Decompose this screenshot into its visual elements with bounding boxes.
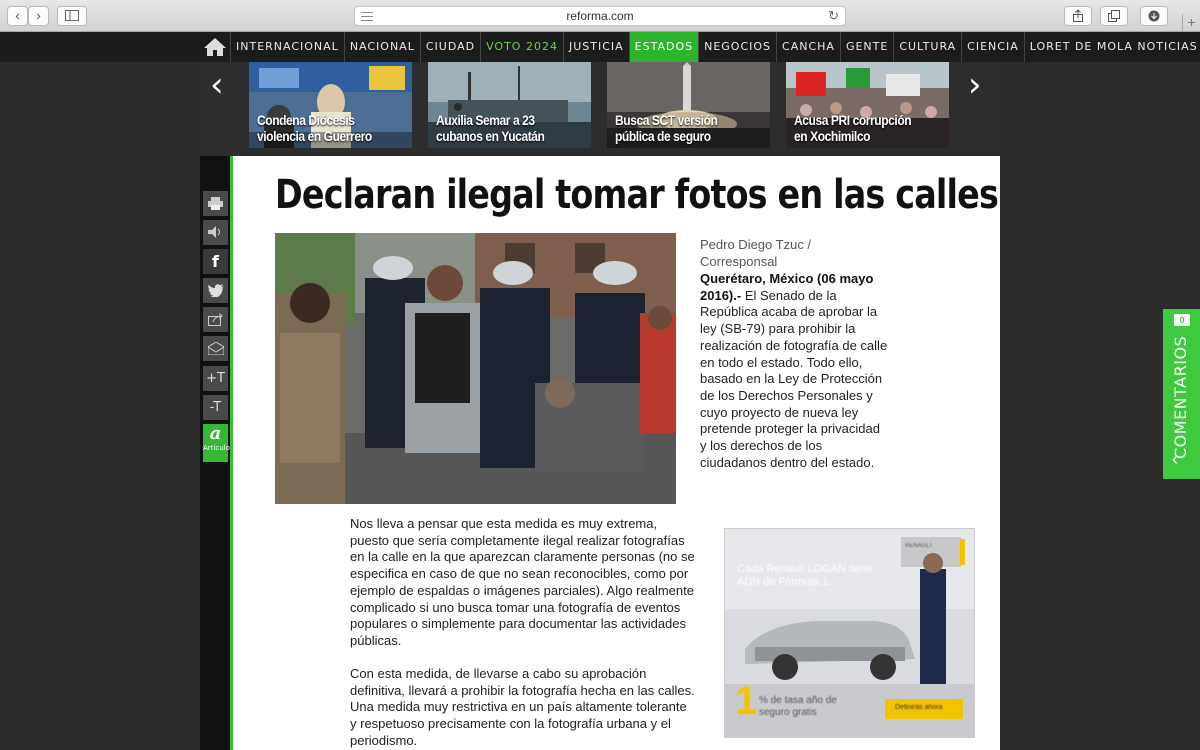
lede-text: El Senado de la República acaba de aprob… <box>700 287 888 470</box>
article-lede: Querétaro, México (06 mayo 2016).- El Se… <box>700 271 890 471</box>
back-button[interactable]: ‹ <box>7 6 28 26</box>
sidebar-icon <box>65 10 79 21</box>
nav-item-estados[interactable]: ESTADOS <box>628 32 699 62</box>
home-icon[interactable] <box>203 36 227 58</box>
reload-icon[interactable]: ↻ <box>828 7 839 25</box>
nav-item-ciudad[interactable]: CIUDAD <box>419 32 480 62</box>
card-caption: Auxilia Semar a 23 cubanos en Yucatán <box>436 112 545 144</box>
articulo-label: Artículo <box>203 444 230 452</box>
card-caption: Condena Diócesis violencia en Guerrero <box>257 112 372 144</box>
nav-item-internacional[interactable]: INTERNACIONAL <box>230 32 344 62</box>
share-icon <box>1073 9 1083 22</box>
speaker-icon <box>208 226 220 238</box>
renault-ad-banner[interactable]: Cada Renault LOGAN tiene ADN de Fórmula … <box>724 528 975 738</box>
article-paragraph: Nos lleva a pensar que esta medida es mu… <box>350 516 695 648</box>
print-icon <box>208 197 223 210</box>
comment-count: 0 <box>1179 315 1185 325</box>
twitter-share-button[interactable] <box>203 278 228 303</box>
ad-promo-number: 1 <box>735 679 758 723</box>
url-text: reforma.com <box>566 9 634 23</box>
print-button[interactable] <box>203 191 228 216</box>
nav-item-gente[interactable]: GENTE <box>839 32 893 62</box>
carousel-card[interactable]: Auxilia Semar a 23 cubanos en Yucatán <box>428 62 591 148</box>
twitter-icon <box>207 284 224 299</box>
article-headline: Declaran ilegal tomar fotos en las calle… <box>275 172 999 218</box>
chevron-left-icon: ‹ <box>15 8 20 23</box>
chevron-right-icon: › <box>36 8 41 23</box>
nav-menu: INTERNACIONAL NACIONAL CIUDAD VOTO 2024 … <box>230 32 1200 62</box>
comment-bubble-icon: 0 <box>1174 314 1190 326</box>
carousel-card[interactable]: Busca SCT versión pública de seguro <box>607 62 770 148</box>
share-button[interactable] <box>1064 6 1092 26</box>
ad-brand: RENAULT <box>905 543 933 549</box>
carousel-card[interactable]: Acusa PRI corrupción en Xochimilco <box>786 62 949 148</box>
share-article-button[interactable] <box>203 307 228 332</box>
font-increase-icon: +T <box>206 371 225 386</box>
article-photo[interactable] <box>275 233 676 504</box>
browser-toolbar: ‹ › reforma.com ↻ + <box>0 0 1200 32</box>
nav-item-justicia[interactable]: JUSTICIA <box>562 32 629 62</box>
nav-item-loret-de-mola[interactable]: LORET DE MOLA NOTICIAS <box>1023 32 1200 62</box>
facebook-share-button[interactable]: f <box>203 249 228 274</box>
new-tab-button[interactable]: + <box>1182 14 1200 32</box>
ad-cta[interactable]: Definirás ahora <box>895 704 942 711</box>
ad-headline: Cada Renault LOGAN tiene ADN de Fórmula … <box>737 563 873 588</box>
nav-item-cultura[interactable]: CULTURA <box>893 32 961 62</box>
carousel-prev-icon[interactable]: ‹ <box>210 68 224 102</box>
police-photographers-image <box>275 233 676 504</box>
font-increase-button[interactable]: +T <box>203 366 228 391</box>
downloads-button[interactable] <box>1140 6 1168 26</box>
forward-button[interactable]: › <box>28 6 49 26</box>
download-icon <box>1148 10 1160 22</box>
carousel-card[interactable]: Condena Diócesis violencia en Guerrero <box>249 62 412 148</box>
font-decrease-icon: -T <box>209 400 222 415</box>
nav-item-voto-2024[interactable]: VOTO 2024 <box>480 32 563 62</box>
address-bar[interactable]: reforma.com ↻ <box>354 6 846 26</box>
ad-promo-text: % de tasa año de seguro gratis <box>759 695 837 718</box>
envelope-icon <box>207 341 224 356</box>
nav-item-ciencia[interactable]: CIENCIA <box>961 32 1024 62</box>
card-caption: Busca SCT versión pública de seguro <box>615 112 718 144</box>
article-byline[interactable]: Pedro Diego Tzuc / Corresponsal <box>700 237 890 270</box>
sidebar-toggle-button[interactable] <box>57 6 87 26</box>
article-paragraph: Con esta medida, de llevarse a cabo su a… <box>350 666 695 748</box>
comments-tab[interactable]: 0 COMENTARIOS ‹ <box>1163 309 1200 479</box>
articulo-icon: a <box>209 423 222 444</box>
audio-button[interactable] <box>203 220 228 245</box>
chevron-left-icon: ‹ <box>1172 449 1178 469</box>
email-button[interactable] <box>203 336 228 361</box>
font-decrease-button[interactable]: -T <box>203 395 228 420</box>
reader-icon[interactable] <box>361 12 373 21</box>
share-icon <box>207 313 223 326</box>
tabs-icon <box>1108 10 1120 22</box>
articulo-button[interactable]: a Artículo <box>203 423 230 462</box>
carousel-next-icon[interactable]: › <box>968 68 982 102</box>
nav-item-negocios[interactable]: NEGOCIOS <box>698 32 776 62</box>
nav-item-cancha[interactable]: CANCHA <box>776 32 840 62</box>
comments-label: COMENTARIOS <box>1171 335 1190 459</box>
nav-item-nacional[interactable]: NACIONAL <box>343 32 420 62</box>
card-caption: Acusa PRI corrupción en Xochimilco <box>794 112 912 144</box>
tabs-overview-button[interactable] <box>1100 6 1128 26</box>
facebook-icon: f <box>212 252 219 271</box>
